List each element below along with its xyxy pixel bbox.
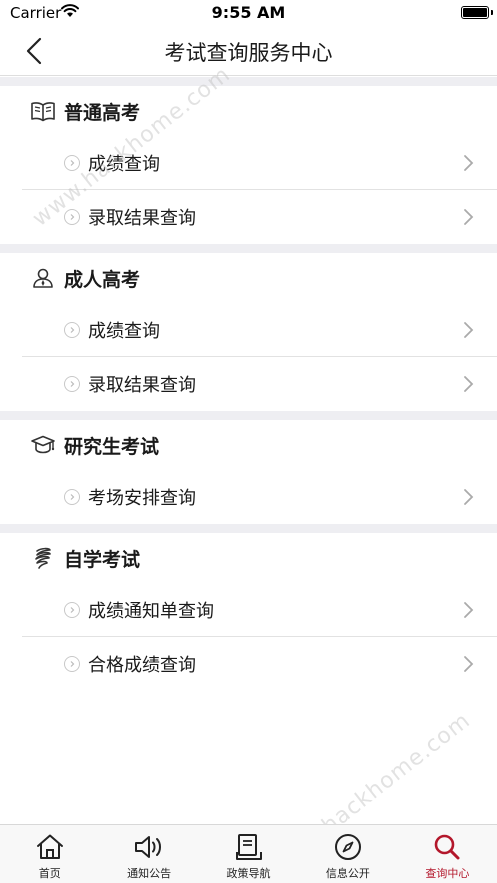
document-icon	[233, 831, 265, 863]
section-title: 普通高考	[64, 101, 141, 124]
section-title: 研究生考试	[64, 435, 160, 458]
tab-info[interactable]: 信息公开	[298, 825, 397, 883]
section-title: 成人高考	[64, 268, 141, 291]
query-list: 普通高考 成绩查询 录取结果查询 成人高考 成绩查询 录取结果查询 研究生考试 …	[0, 77, 497, 691]
section-divider	[0, 244, 497, 253]
circle-chevron-icon	[64, 376, 80, 392]
section-divider	[0, 77, 497, 86]
home-icon	[34, 831, 66, 863]
person-icon	[30, 265, 56, 291]
search-icon	[431, 831, 463, 863]
status-bar: Carrier 9:55 AM	[0, 0, 497, 26]
circle-chevron-icon	[64, 602, 80, 618]
list-item-label: 成绩通知单查询	[88, 601, 214, 622]
list-item-gaokao-admission[interactable]: 录取结果查询	[0, 190, 497, 244]
list-item-self-study-notice[interactable]: 成绩通知单查询	[0, 583, 497, 637]
chevron-right-icon	[464, 656, 474, 672]
circle-chevron-icon	[64, 656, 80, 672]
list-item-self-study-pass[interactable]: 合格成绩查询	[0, 637, 497, 691]
section-header-gaokao: 普通高考	[0, 86, 497, 136]
book-icon	[30, 98, 56, 124]
list-item-adult-score[interactable]: 成绩查询	[0, 303, 497, 357]
chevron-right-icon	[464, 602, 474, 618]
section-divider	[0, 524, 497, 533]
list-item-label: 考场安排查询	[88, 488, 196, 509]
chevron-right-icon	[464, 155, 474, 171]
chevron-right-icon	[464, 376, 474, 392]
list-item-label: 成绩查询	[88, 321, 160, 342]
section-header-adult-exam: 成人高考	[0, 253, 497, 303]
tab-home[interactable]: 首页	[0, 825, 99, 883]
battery-icon	[461, 6, 489, 19]
circle-chevron-icon	[64, 322, 80, 338]
battery-cap	[491, 10, 493, 15]
nav-bar: 考试查询服务中心	[0, 26, 497, 76]
page-title: 考试查询服务中心	[164, 41, 333, 65]
list-item-graduate-room[interactable]: 考场安排查询	[0, 470, 497, 524]
section-divider	[0, 411, 497, 420]
section-header-self-study-exam: 自学考试	[0, 533, 497, 583]
tab-label: 首页	[38, 867, 61, 880]
list-item-adult-admission[interactable]: 录取结果查询	[0, 357, 497, 411]
tab-bar: 首页 通知公告 政策导航 信息公开 查询中心	[0, 824, 497, 883]
circle-chevron-icon	[64, 209, 80, 225]
list-item-label: 录取结果查询	[88, 375, 196, 396]
tab-label: 信息公开	[325, 867, 370, 880]
chevron-right-icon	[464, 209, 474, 225]
tab-label: 查询中心	[425, 867, 470, 880]
list-item-label: 合格成绩查询	[88, 655, 196, 676]
compass-icon	[332, 831, 364, 863]
speaker-icon	[133, 831, 165, 863]
chevron-right-icon	[464, 489, 474, 505]
graduation-cap-icon	[30, 432, 56, 458]
section-header-graduate-exam: 研究生考试	[0, 420, 497, 470]
tab-label: 政策导航	[226, 867, 271, 880]
circle-chevron-icon	[64, 489, 80, 505]
section-title: 自学考试	[64, 548, 141, 571]
circle-chevron-icon	[64, 155, 80, 171]
tab-notices[interactable]: 通知公告	[99, 825, 198, 883]
tab-query-center[interactable]: 查询中心	[398, 825, 497, 883]
list-item-label: 录取结果查询	[88, 208, 196, 229]
status-time: 9:55 AM	[211, 3, 286, 22]
list-item-gaokao-score[interactable]: 成绩查询	[0, 136, 497, 190]
tab-label: 通知公告	[127, 867, 172, 880]
tab-policy[interactable]: 政策导航	[199, 825, 298, 883]
list-item-label: 成绩查询	[88, 154, 160, 175]
spiral-icon	[30, 545, 56, 571]
chevron-right-icon	[464, 322, 474, 338]
